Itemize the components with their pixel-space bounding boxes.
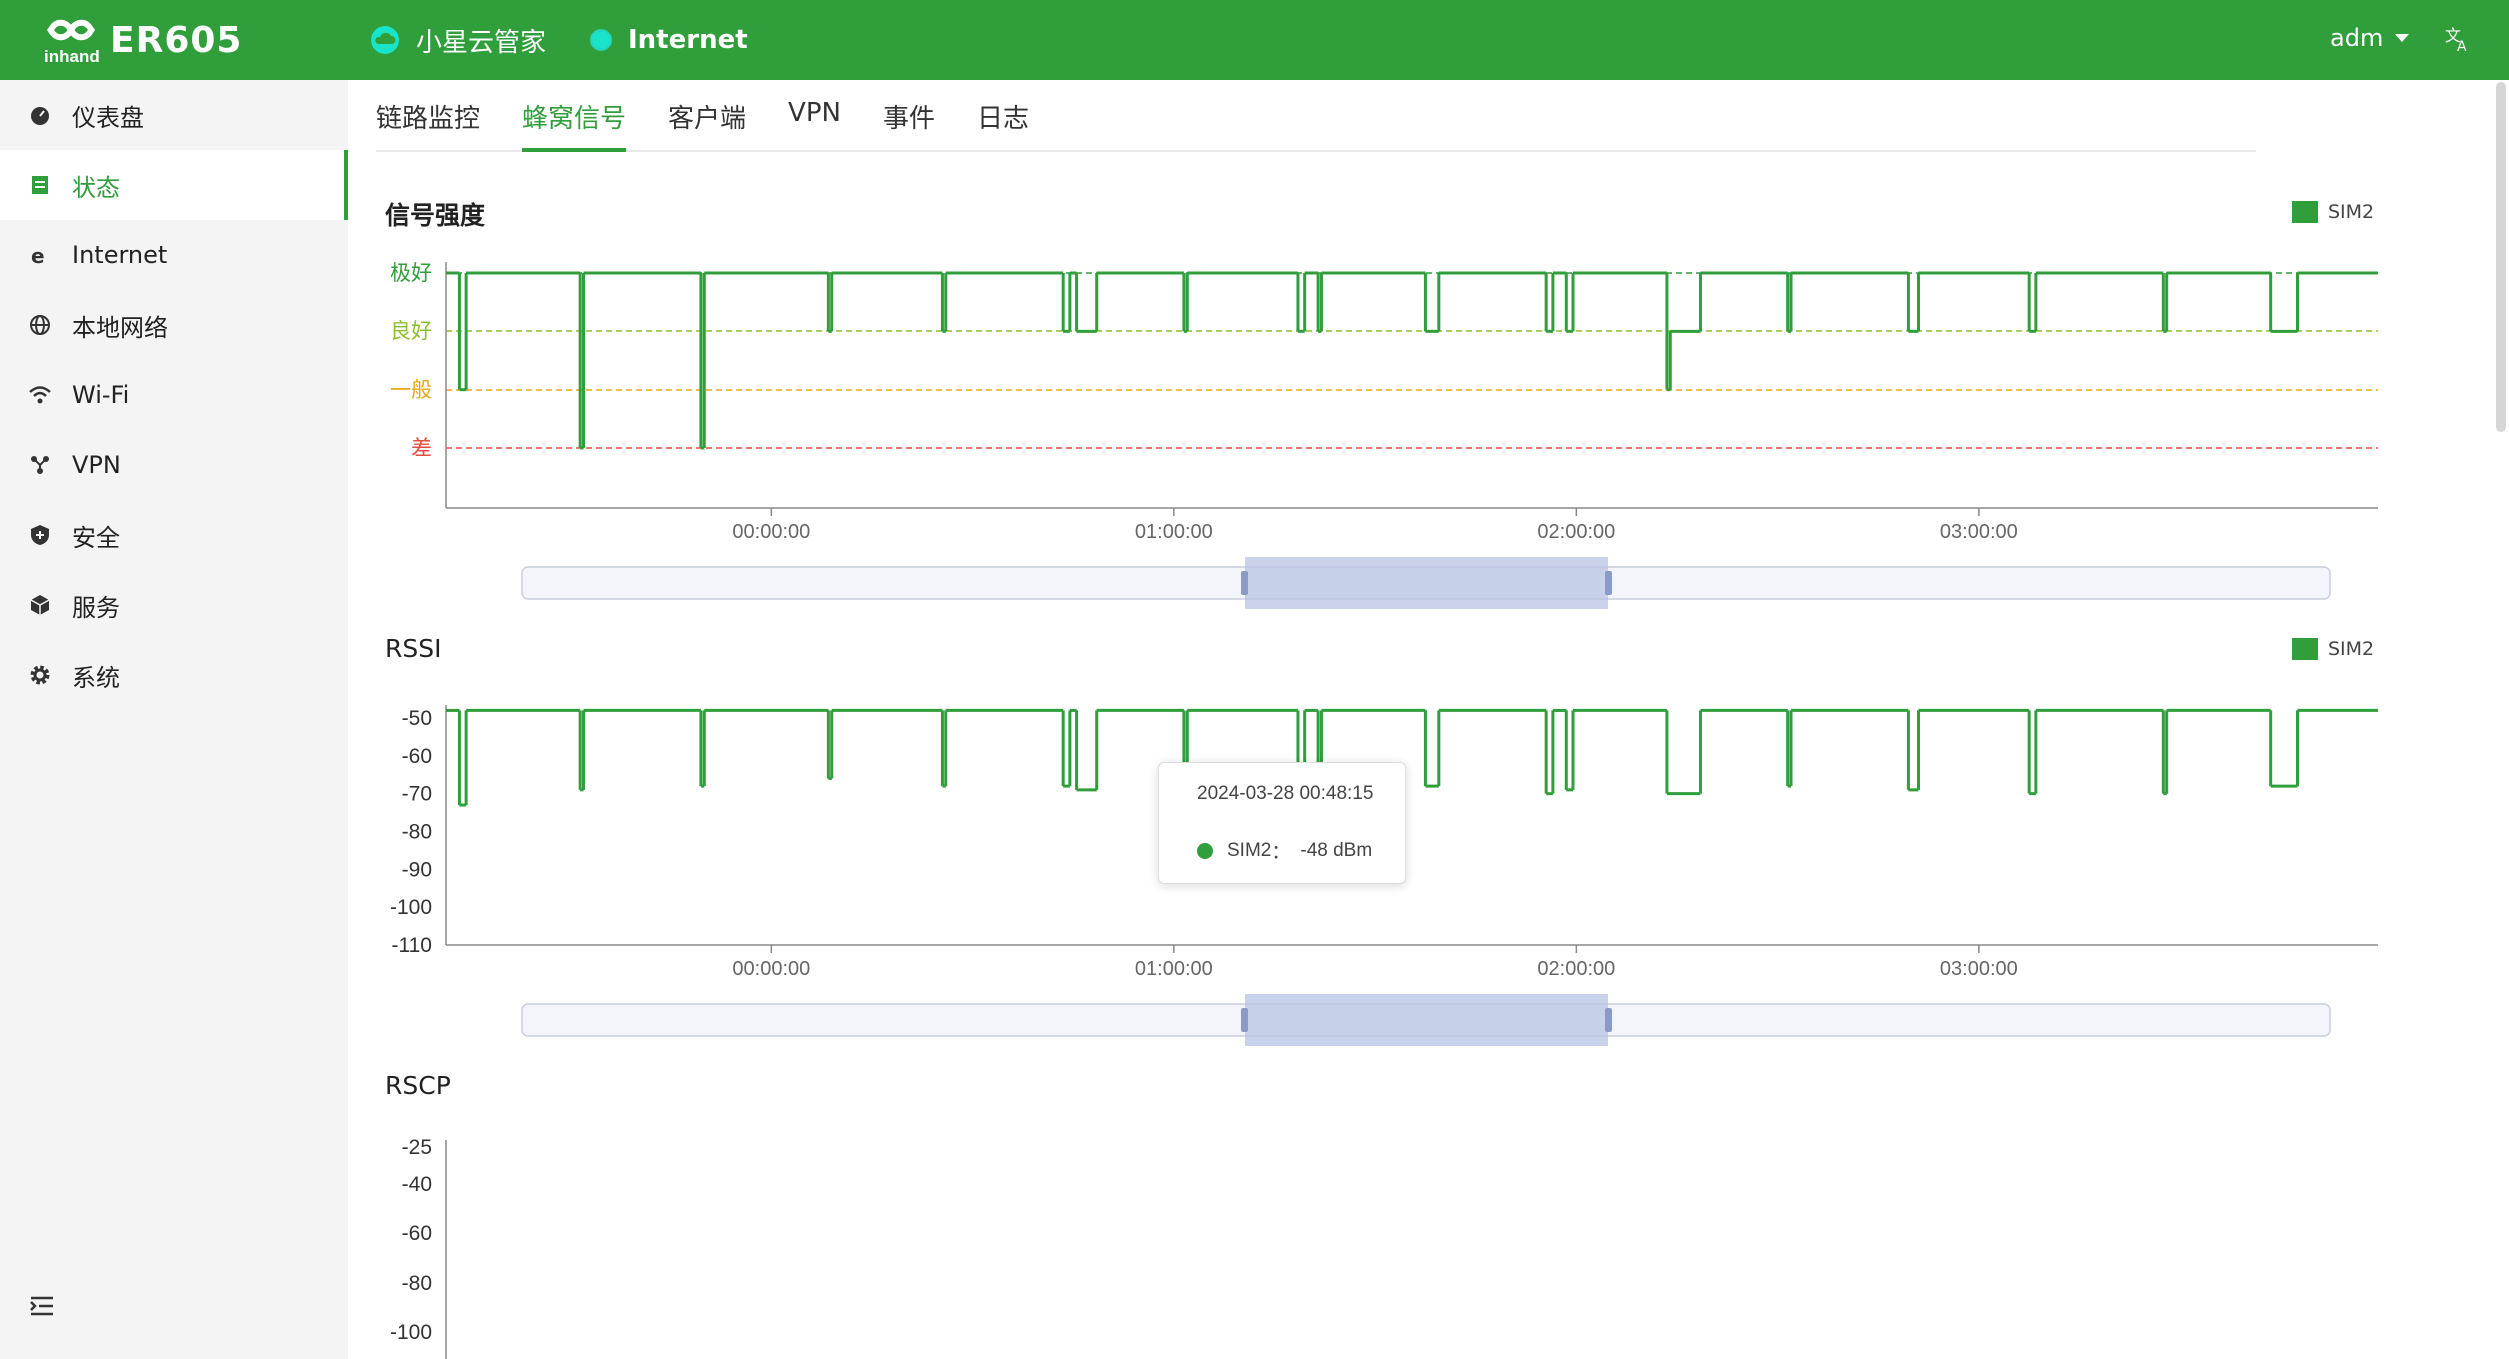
y-tick-label: -25 [402,1136,432,1159]
x-tick-label: 03:00:00 [1940,958,2018,980]
y-tick-label: -60 [402,1222,432,1245]
tooltip-series-dot [1197,842,1213,859]
y-tick-label: -70 [402,783,432,806]
zoom-handle-left[interactable] [1241,571,1248,595]
zoom-slider-window[interactable] [1245,994,1608,1046]
tooltip-series: SIM2 [1227,839,1272,861]
y-level-label: 极好 [390,262,432,285]
tooltip-time: 2024-03-28 00:48:15 [1197,783,1374,804]
y-level-label: 良好 [390,320,432,343]
x-tick-label: 00:00:00 [732,521,810,543]
y-tick-label: -110 [392,934,432,957]
x-tick-label: 01:00:00 [1135,958,1213,980]
zoom-handle-left[interactable] [1241,1008,1248,1032]
y-tick-label: -100 [390,896,432,919]
x-tick-label: 02:00:00 [1537,521,1615,543]
zoom-handle-right[interactable] [1605,1008,1612,1032]
x-tick-label: 02:00:00 [1537,958,1615,980]
tooltip-row: SIM2： -48 dBm [1197,837,1372,864]
x-tick-label: 00:00:00 [732,958,810,980]
x-tick-label: 01:00:00 [1135,521,1213,543]
y-tick-label: -50 [402,707,432,730]
tooltip-value: -48 dBm [1300,839,1373,861]
y-tick-label: -80 [402,821,432,844]
y-tick-label: -100 [390,1321,432,1344]
x-tick-label: 03:00:00 [1940,521,2018,543]
zoom-handle-right[interactable] [1605,571,1612,595]
y-tick-label: -40 [402,1173,432,1196]
page-scrollbar[interactable] [2496,82,2506,432]
chart-tooltip: 2024-03-28 00:48:15 SIM2： -48 dBm [1158,762,1406,884]
y-level-label: 差 [411,437,432,460]
charts-canvas: 差 一般 良好 极好 00:00:00 01:00:00 02:00:00 03:00:00 -… [390,262,2378,1359]
y-tick-label: -90 [402,858,432,881]
zoom-slider-window[interactable] [1245,557,1608,609]
y-level-label: 一般 [390,379,432,402]
y-tick-label: -60 [402,745,432,768]
y-tick-label: -80 [402,1272,432,1295]
